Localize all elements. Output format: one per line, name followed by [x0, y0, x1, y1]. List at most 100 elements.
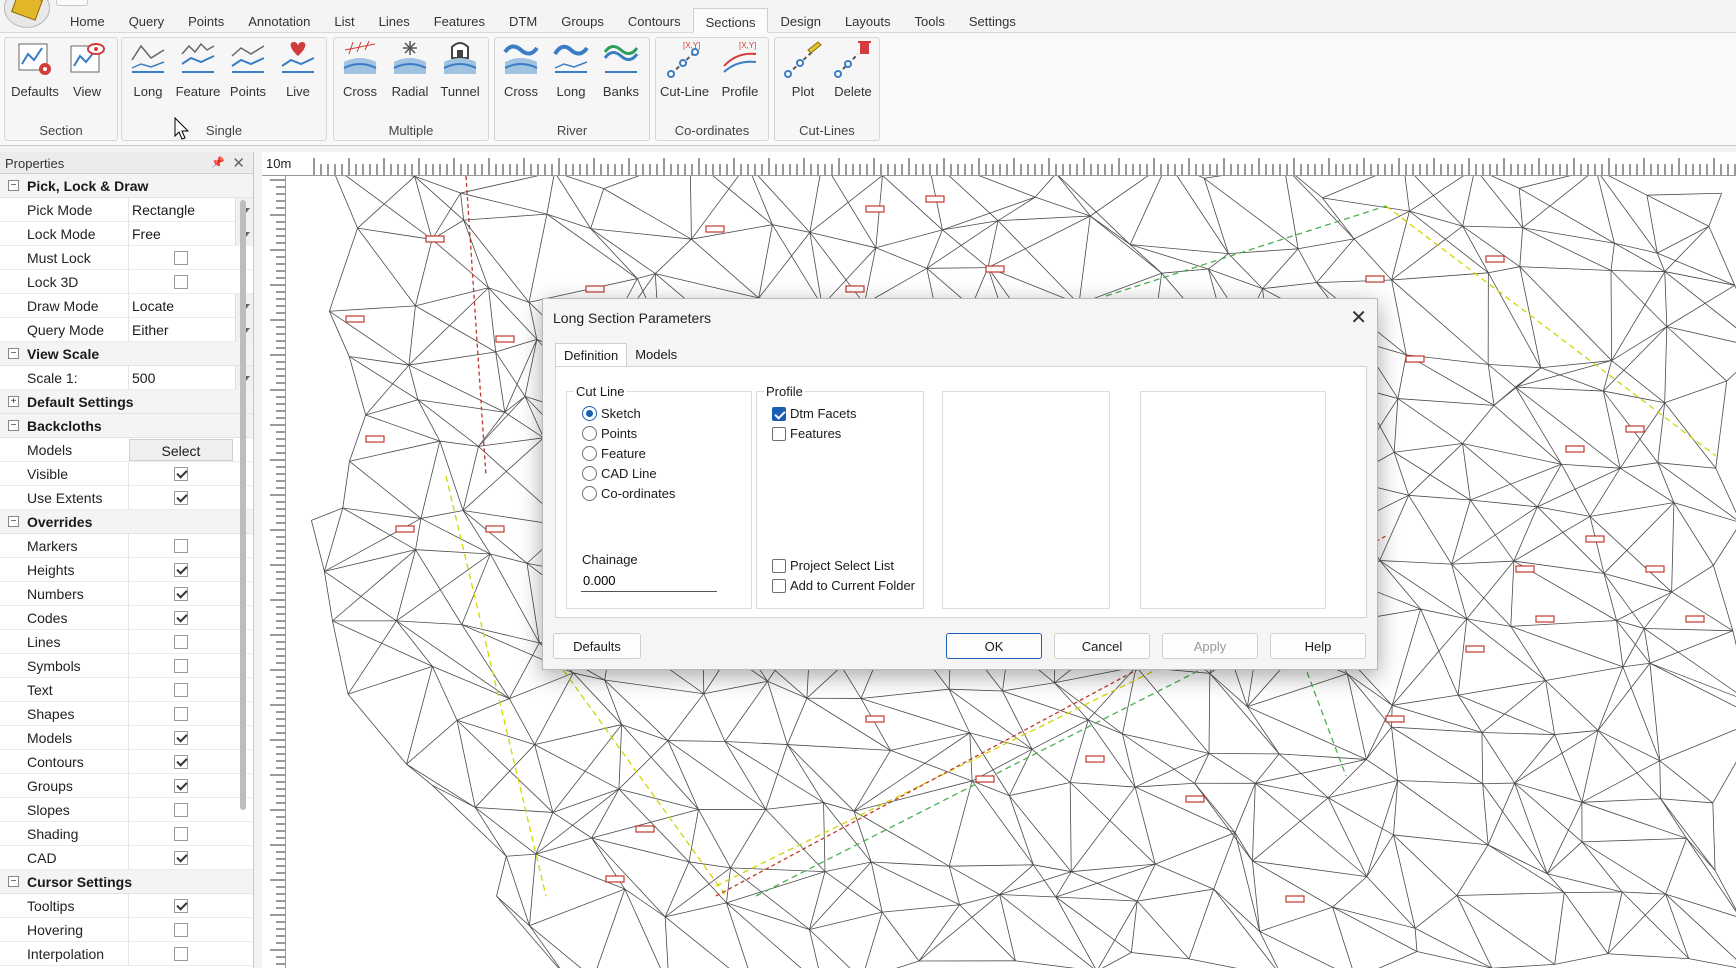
multiple-radial-button[interactable]: Radial [386, 40, 434, 106]
cad-checkbox[interactable] [174, 851, 188, 865]
slopes-checkbox[interactable] [174, 803, 188, 817]
radio-points[interactable]: Points [582, 426, 637, 441]
ok-button[interactable]: OK [946, 633, 1042, 659]
models-select-button[interactable]: Select [129, 439, 233, 461]
menu-tab-annotation[interactable]: Annotation [236, 8, 322, 33]
menu-tab-lines[interactable]: Lines [367, 8, 422, 33]
menu-tab-dtm[interactable]: DTM [497, 8, 549, 33]
radio-feature[interactable]: Feature [582, 446, 646, 461]
coordinates-profile-button[interactable]: [X,Y] Profile [716, 40, 764, 106]
menu-tab-groups[interactable]: Groups [549, 8, 616, 33]
project-select-list-option[interactable]: Project Select List [772, 558, 894, 573]
shading-checkbox[interactable] [174, 827, 188, 841]
cut-line-button[interactable]: [X,Y] Cut-Line [660, 40, 709, 106]
contours-checkbox[interactable] [174, 755, 188, 769]
markers-checkbox[interactable] [174, 539, 188, 553]
project-select-list-checkbox[interactable] [772, 559, 786, 573]
add-to-current-folder-checkbox[interactable] [772, 579, 786, 593]
pin-icon[interactable]: 📌 [211, 156, 225, 169]
use-extents-checkbox[interactable] [174, 491, 188, 505]
interpolation-checkbox[interactable] [174, 947, 188, 961]
visible-checkbox[interactable] [174, 467, 188, 481]
collapse-icon[interactable]: − [8, 420, 19, 431]
collapse-icon[interactable]: − [8, 516, 19, 527]
query-mode-select[interactable]: Either [128, 318, 234, 342]
groups-checkbox[interactable] [174, 779, 188, 793]
cancel-button[interactable]: Cancel [1054, 633, 1150, 659]
menu-tab-features[interactable]: Features [422, 8, 497, 33]
features-checkbox[interactable] [772, 427, 786, 441]
tab-definition[interactable]: Definition [555, 343, 628, 367]
radio-button[interactable] [582, 426, 597, 441]
lines-checkbox[interactable] [174, 635, 188, 649]
single-live-button[interactable]: Live [274, 40, 322, 106]
apply-button[interactable]: Apply [1162, 633, 1258, 659]
close-icon[interactable]: ✕ [232, 154, 245, 172]
collapse-icon[interactable]: − [8, 876, 19, 887]
defaults-button[interactable]: Defaults [553, 633, 641, 659]
scale-select[interactable]: 500 [128, 366, 234, 390]
cut-lines-plot-button[interactable]: Plot [779, 40, 827, 106]
menu-tab-layouts[interactable]: Layouts [833, 8, 903, 33]
symbols-checkbox[interactable] [174, 659, 188, 673]
category-view-scale[interactable]: − View Scale [0, 342, 253, 366]
pick-mode-select[interactable]: Rectangle [128, 198, 234, 222]
dtm-facets-option[interactable]: Dtm Facets [772, 406, 856, 421]
collapse-icon[interactable]: − [8, 348, 19, 359]
menu-tab-design[interactable]: Design [768, 8, 832, 33]
radio-coordinates[interactable]: Co-ordinates [582, 486, 675, 501]
river-long-button[interactable]: Long [547, 40, 595, 106]
dialog-close-icon[interactable]: ✕ [1350, 305, 1367, 330]
single-points-button[interactable]: Points [224, 40, 272, 106]
text-checkbox[interactable] [174, 683, 188, 697]
add-to-current-folder-option[interactable]: Add to Current Folder [772, 578, 915, 593]
quick-access-toolbar[interactable] [56, 0, 88, 6]
menu-tab-query[interactable]: Query [117, 8, 176, 33]
category-backcloths[interactable]: − Backcloths [0, 414, 253, 438]
tab-models[interactable]: Models [627, 343, 685, 367]
numbers-checkbox[interactable] [174, 587, 188, 601]
heights-checkbox[interactable] [174, 563, 188, 577]
river-banks-button[interactable]: Banks [597, 40, 645, 106]
single-long-button[interactable]: Long [124, 40, 172, 106]
features-option[interactable]: Features [772, 426, 841, 441]
radio-cad-line[interactable]: CAD Line [582, 466, 657, 481]
models-checkbox[interactable] [174, 731, 188, 745]
shapes-checkbox[interactable] [174, 707, 188, 721]
cut-lines-delete-button[interactable]: Delete [829, 40, 877, 106]
radio-button[interactable] [582, 466, 597, 481]
lock-mode-select[interactable]: Free [128, 222, 234, 246]
codes-checkbox[interactable] [174, 611, 188, 625]
properties-scrollbar[interactable] [240, 200, 246, 810]
category-pick-lock-draw[interactable]: − Pick, Lock & Draw [0, 174, 253, 198]
tooltips-checkbox[interactable] [174, 899, 188, 913]
multiple-tunnel-button[interactable]: Tunnel [436, 40, 484, 106]
river-cross-button[interactable]: Cross [497, 40, 545, 106]
menu-tab-settings[interactable]: Settings [957, 8, 1028, 33]
chainage-input[interactable] [581, 570, 717, 592]
category-overrides[interactable]: − Overrides [0, 510, 253, 534]
radio-button[interactable] [582, 406, 597, 421]
lock-3d-checkbox[interactable] [174, 275, 188, 289]
radio-sketch[interactable]: Sketch [582, 406, 641, 421]
category-cursor-settings[interactable]: − Cursor Settings [0, 870, 253, 894]
category-default-settings[interactable]: + Default Settings [0, 390, 253, 414]
menu-tab-home[interactable]: Home [58, 8, 117, 33]
dtm-facets-checkbox[interactable] [772, 407, 786, 421]
menu-tab-list[interactable]: List [322, 8, 366, 33]
help-button[interactable]: Help [1270, 633, 1366, 659]
section-view-button[interactable]: View [63, 40, 111, 106]
multiple-cross-button[interactable]: Cross [336, 40, 384, 106]
collapse-icon[interactable]: − [8, 180, 19, 191]
menu-tab-tools[interactable]: Tools [902, 8, 956, 33]
menu-tab-sections[interactable]: Sections [692, 8, 769, 33]
menu-tab-contours[interactable]: Contours [616, 8, 693, 33]
app-logo-icon[interactable] [4, 0, 50, 28]
draw-mode-select[interactable]: Locate [128, 294, 234, 318]
menu-tab-points[interactable]: Points [176, 8, 236, 33]
single-feature-button[interactable]: Feature [174, 40, 222, 106]
radio-button[interactable] [582, 486, 597, 501]
hovering-checkbox[interactable] [174, 923, 188, 937]
radio-button[interactable] [582, 446, 597, 461]
expand-icon[interactable]: + [8, 396, 19, 407]
